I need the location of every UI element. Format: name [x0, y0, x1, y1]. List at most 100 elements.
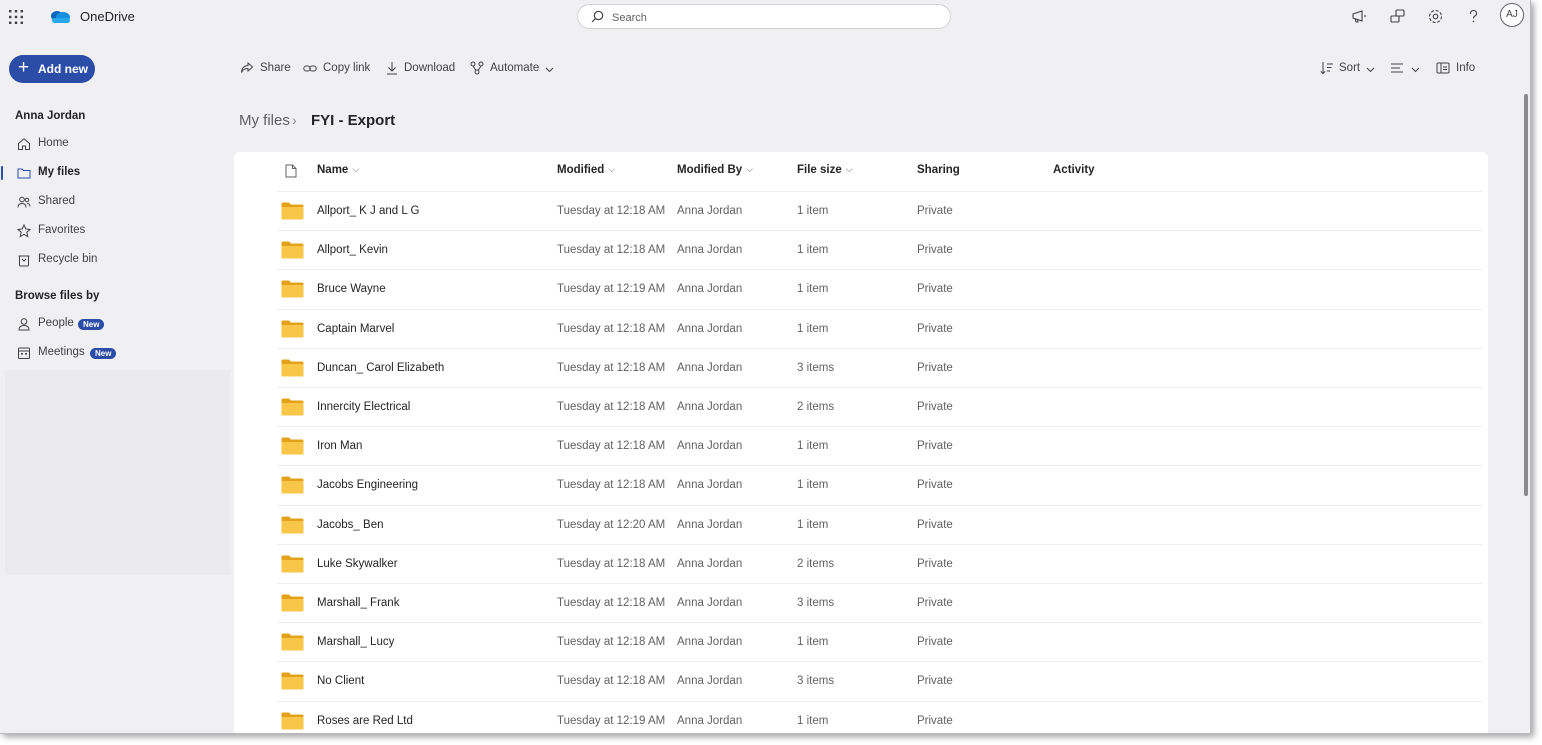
- sharing-status: Private: [917, 636, 953, 649]
- breadcrumb-current-folder: FYI - Export: [311, 112, 396, 129]
- vertical-scrollbar[interactable]: [1524, 94, 1528, 496]
- app-launcher-icon[interactable]: [9, 10, 23, 24]
- modified-by: Anna Jordan: [677, 205, 743, 217]
- add-new-label: Add new: [38, 62, 88, 76]
- help-icon[interactable]: [1465, 8, 1482, 25]
- file-name[interactable]: Bruce Wayne: [317, 283, 386, 295]
- table-row[interactable]: Bruce Wayne Tuesday at 12:19 AM Anna Jor…: [277, 269, 1482, 309]
- view-options-button[interactable]: [1390, 60, 1422, 78]
- folder-icon: [281, 320, 304, 338]
- file-name[interactable]: Jacobs Engineering: [317, 479, 418, 491]
- nav-item-meetings[interactable]: Meetings New: [0, 342, 220, 364]
- search-input[interactable]: [610, 8, 934, 28]
- table-row[interactable]: Captain Marvel Tuesday at 12:18 AM Anna …: [277, 308, 1482, 349]
- download-button[interactable]: Download: [385, 60, 457, 78]
- file-name[interactable]: Innercity Electrical: [317, 401, 410, 413]
- modified-by: Anna Jordan: [677, 557, 743, 570]
- table-row[interactable]: No Client Tuesday at 12:18 AM Anna Jorda…: [277, 661, 1482, 701]
- modified-date: Tuesday at 12:18 AM: [557, 557, 666, 570]
- account-avatar[interactable]: AJ: [1500, 3, 1524, 27]
- calendar-icon: [18, 347, 30, 359]
- table-row[interactable]: Roses are Red Ltd Tuesday at 12:19 AM An…: [277, 700, 1482, 733]
- share-icon: [241, 61, 254, 73]
- file-name[interactable]: Marshall_ Lucy: [317, 636, 394, 648]
- app-name[interactable]: OneDrive: [80, 9, 135, 24]
- nav-item-my-files[interactable]: My files: [0, 162, 220, 184]
- nav-item-people[interactable]: People New: [0, 313, 220, 335]
- megaphone-icon[interactable]: [1351, 8, 1368, 25]
- table-row[interactable]: Iron Man Tuesday at 12:18 AM Anna Jordan…: [277, 426, 1482, 466]
- column-header-sharing[interactable]: Sharing: [917, 164, 960, 176]
- new-badge: New: [78, 319, 105, 330]
- table-row[interactable]: Allport_ Kevin Tuesday at 12:18 AM Anna …: [277, 230, 1482, 270]
- header-label: File size: [797, 164, 842, 176]
- column-header-modified-by[interactable]: Modified By ⌵: [677, 164, 753, 176]
- sort-button[interactable]: Sort: [1320, 60, 1376, 78]
- table-row[interactable]: Marshall_ Lucy Tuesday at 12:18 AM Anna …: [277, 622, 1482, 662]
- active-indicator: [1, 166, 3, 180]
- column-header-file-size[interactable]: File size ⌵: [797, 164, 853, 176]
- share-button[interactable]: Share: [240, 60, 292, 78]
- nav-item-favorites[interactable]: Favorites: [0, 220, 220, 242]
- folder-icon: [281, 280, 304, 298]
- modified-by: Anna Jordan: [677, 244, 743, 257]
- trash-icon: [18, 255, 30, 267]
- automate-button[interactable]: Automate: [470, 60, 558, 78]
- file-name[interactable]: Roses are Red Ltd: [317, 715, 413, 727]
- file-size: 3 items: [797, 597, 835, 609]
- file-size: 1 item: [797, 205, 829, 217]
- file-name[interactable]: Allport_ Kevin: [317, 244, 388, 256]
- table-row[interactable]: Innercity Electrical Tuesday at 12:18 AM…: [277, 387, 1482, 427]
- file-type-header-icon[interactable]: [285, 164, 297, 178]
- folder-icon: [281, 516, 304, 534]
- feedback-icon[interactable]: [1389, 8, 1406, 25]
- file-name[interactable]: Luke Skywalker: [317, 558, 398, 570]
- table-row[interactable]: Jacobs_ Ben Tuesday at 12:20 AM Anna Jor…: [277, 504, 1482, 545]
- folder-icon: [281, 437, 304, 455]
- folder-icon: [281, 672, 304, 690]
- header-label: Modified: [557, 164, 605, 176]
- file-name[interactable]: Marshall_ Frank: [317, 597, 399, 609]
- settings-gear-icon[interactable]: [1427, 8, 1444, 25]
- breadcrumb-my-files[interactable]: My files: [239, 112, 290, 129]
- header-label: Sharing: [917, 164, 960, 176]
- header-label: Name: [317, 164, 349, 176]
- file-size: 1 item: [797, 518, 829, 531]
- table-row[interactable]: Allport_ K J and L G Tuesday at 12:18 AM…: [277, 191, 1482, 231]
- table-row[interactable]: Luke Skywalker Tuesday at 12:18 AM Anna …: [277, 543, 1482, 584]
- nav-item-home[interactable]: Home: [0, 133, 220, 155]
- nav-item-label: Favorites: [38, 224, 86, 236]
- info-button[interactable]: Info: [1436, 60, 1478, 78]
- column-header-modified[interactable]: Modified ⌵: [557, 164, 615, 176]
- file-name[interactable]: Jacobs_ Ben: [317, 519, 384, 531]
- nav-item-recycle-bin[interactable]: Recycle bin: [0, 249, 220, 271]
- file-name[interactable]: No Client: [317, 675, 364, 687]
- modified-by: Anna Jordan: [677, 714, 743, 727]
- star-icon: [17, 224, 31, 238]
- table-row[interactable]: Jacobs Engineering Tuesday at 12:18 AM A…: [277, 465, 1482, 505]
- file-name[interactable]: Allport_ K J and L G: [317, 205, 420, 217]
- table-row[interactable]: Marshall_ Frank Tuesday at 12:18 AM Anna…: [277, 583, 1482, 623]
- copy-link-button[interactable]: Copy link: [303, 60, 373, 78]
- search-box[interactable]: [577, 4, 951, 29]
- sharing-status: Private: [917, 518, 953, 531]
- file-name[interactable]: Iron Man: [317, 440, 362, 452]
- onedrive-cloud-icon: [51, 11, 70, 23]
- add-new-button[interactable]: + Add new: [9, 55, 95, 83]
- folder-icon: [281, 398, 304, 416]
- nav-item-shared[interactable]: Shared: [0, 191, 220, 213]
- file-name[interactable]: Duncan_ Carol Elizabeth: [317, 362, 444, 374]
- user-name: Anna Jordan: [15, 110, 86, 122]
- sharing-status: Private: [917, 322, 953, 335]
- sharing-status: Private: [917, 479, 953, 492]
- folder-icon: [281, 476, 304, 494]
- share-label: Share: [260, 62, 291, 74]
- chevron-down-icon: ⌵: [352, 164, 360, 174]
- sharing-status: Private: [917, 675, 953, 688]
- column-header-activity[interactable]: Activity: [1053, 164, 1095, 176]
- modified-date: Tuesday at 12:18 AM: [557, 401, 666, 413]
- file-name[interactable]: Captain Marvel: [317, 323, 394, 335]
- column-header-name[interactable]: Name ⌵: [317, 164, 359, 176]
- table-row[interactable]: Duncan_ Carol Elizabeth Tuesday at 12:18…: [277, 347, 1482, 388]
- file-size: 1 item: [797, 440, 829, 453]
